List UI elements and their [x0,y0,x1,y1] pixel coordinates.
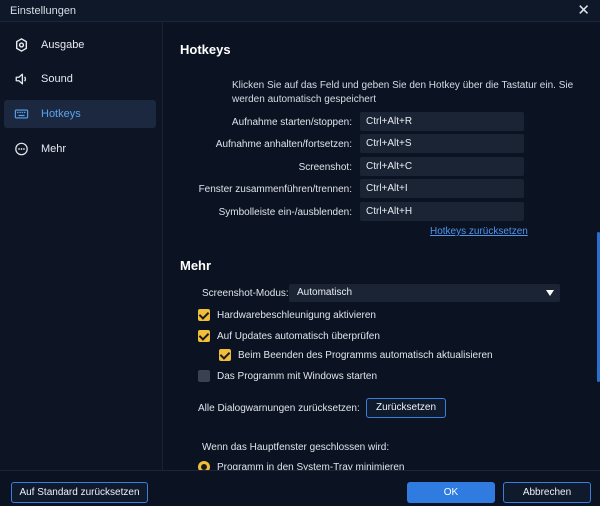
more-icon [15,142,28,156]
dialog-reset-label: Alle Dialogwarnungen zurücksetzen: [198,403,360,414]
sidebar-item-ausgabe[interactable]: Ausgabe [4,31,156,59]
keyboard-icon [14,109,29,119]
window-title: Einstellungen [10,5,77,17]
radio-label: Programm in den System-Tray minimieren [217,462,405,470]
sidebar: Ausgabe Sound Hotkeys Mehr [0,22,163,470]
sidebar-item-label: Mehr [41,143,67,155]
gear-icon [15,38,28,52]
cancel-button[interactable]: Abbrechen [503,482,591,503]
hotkey-field-window[interactable]: Ctrl+Alt+I [360,179,524,198]
title-bar: Einstellungen ✕ [0,0,600,22]
reset-hotkeys-link[interactable]: Hotkeys zurücksetzen [430,226,528,237]
checkbox-label: Hardwarebeschleunigung aktivieren [217,310,376,321]
hotkey-label: Aufnahme anhalten/fortsetzen: [215,139,352,150]
sidebar-item-sound[interactable]: Sound [4,65,156,93]
hotkey-label: Aufnahme starten/stoppen: [231,117,352,128]
hotkeys-heading: Hotkeys [180,42,231,57]
checkbox-label: Beim Beenden des Programms automatisch a… [238,350,493,361]
hotkey-field-pause[interactable]: Ctrl+Alt+S [360,134,524,153]
hotkeys-description: Klicken Sie auf das Feld und geben Sie d… [232,80,574,105]
speaker-icon [15,73,27,85]
hotkey-label: Fenster zusammenführen/trennen: [198,184,352,195]
close-behavior-label: Wenn das Hauptfenster geschlossen wird: [202,442,390,453]
footer: Auf Standard zurücksetzen OK Abbrechen [0,470,600,506]
screenshot-mode-value: Automatisch [297,287,353,298]
checkbox-label: Das Programm mit Windows starten [217,371,378,382]
minimize-to-tray-radio[interactable] [198,461,210,470]
hotkey-field-record[interactable]: Ctrl+Alt+R [360,112,524,131]
ok-button[interactable]: OK [407,482,495,503]
hardware-acceleration-checkbox[interactable] [198,309,210,321]
sidebar-item-label: Ausgabe [41,39,85,51]
hotkey-label: Screenshot: [298,162,352,173]
update-on-exit-checkbox[interactable] [219,349,231,361]
screenshot-mode-select[interactable]: Automatisch [289,284,560,302]
checkbox-label: Auf Updates automatisch überprüfen [217,331,380,342]
reset-dialogs-button[interactable]: Zurücksetzen [366,398,446,418]
sidebar-item-label: Hotkeys [41,108,81,120]
sidebar-item-hotkeys[interactable]: Hotkeys [4,100,156,128]
start-with-windows-checkbox[interactable] [198,370,210,382]
hotkey-label: Symbolleiste ein-/ausblenden: [218,207,352,218]
close-icon[interactable]: ✕ [577,2,590,20]
sidebar-item-label: Sound [41,73,73,85]
chevron-down-icon [546,290,554,296]
settings-content[interactable]: Hotkeys Klicken Sie auf das Feld und geb… [164,22,594,470]
auto-update-checkbox[interactable] [198,330,210,342]
sidebar-item-mehr[interactable]: Mehr [4,135,156,163]
hotkey-field-toolbar[interactable]: Ctrl+Alt+H [360,202,524,221]
screenshot-mode-label: Screenshot-Modus: [202,288,289,299]
reset-defaults-button[interactable]: Auf Standard zurücksetzen [11,482,148,503]
hotkey-field-screenshot[interactable]: Ctrl+Alt+C [360,157,524,176]
mehr-heading: Mehr [180,258,212,273]
